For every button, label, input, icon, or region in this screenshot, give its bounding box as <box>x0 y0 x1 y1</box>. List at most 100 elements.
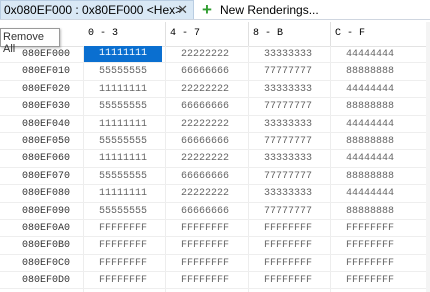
rendering-tab-bar: 0x080EF000 : 0x80EF000 <Hex> ✕ + New Ren… <box>0 0 430 20</box>
column-separator <box>330 22 331 46</box>
column-separator <box>165 22 166 46</box>
memory-cell[interactable]: FFFFFFFF <box>249 240 327 251</box>
remove-all-tooltip: Remove All <box>0 28 60 55</box>
memory-cell[interactable]: 55555555 <box>84 136 162 147</box>
memory-row: 080EF0A0 FFFFFFFF FFFFFFFF FFFFFFFF FFFFFFFF <box>0 220 430 238</box>
memory-cell[interactable]: 88888888 <box>331 206 409 217</box>
memory-cell[interactable]: 33333333 <box>249 84 327 95</box>
column-separator <box>248 22 249 46</box>
tab-hex-rendering[interactable]: 0x080EF000 : 0x80EF000 <Hex> ✕ <box>0 0 194 19</box>
memory-cell[interactable]: FFFFFFFF <box>84 240 162 251</box>
memory-cell[interactable]: 22222222 <box>166 49 244 60</box>
memory-row: 080EF0D0 FFFFFFFF FFFFFFFF FFFFFFFF FFFFFFFF <box>0 272 430 290</box>
memory-cell[interactable]: 33333333 <box>249 49 327 60</box>
memory-cell[interactable]: 66666666 <box>166 171 244 182</box>
row-address: 080EF090 <box>22 205 71 217</box>
column-header-8-b[interactable]: 8 - B <box>253 28 283 39</box>
memory-cell[interactable]: 66666666 <box>166 206 244 217</box>
memory-row: 080EF030 55555555 66666666 77777777 88888888 <box>0 98 430 116</box>
vertical-scrollbar[interactable] <box>426 22 430 292</box>
memory-row: 080EF070 55555555 66666666 77777777 88888888 <box>0 168 430 186</box>
row-address: 080EF060 <box>22 153 71 165</box>
memory-cell[interactable]: FFFFFFFF <box>331 223 409 234</box>
row-address: 080EF050 <box>22 135 71 147</box>
memory-cell[interactable]: 77777777 <box>249 101 327 112</box>
tab-hex-rendering-label: 0x080EF000 : 0x80EF000 <Hex> <box>4 3 183 17</box>
row-address: 080EF080 <box>22 188 71 200</box>
memory-cell[interactable]: 77777777 <box>249 206 327 217</box>
memory-cell[interactable]: FFFFFFFF <box>331 240 409 251</box>
memory-cell[interactable]: 44444444 <box>331 119 409 130</box>
memory-cell[interactable]: 11111111 <box>84 119 162 130</box>
row-address: 080EF000 <box>22 49 71 60</box>
memory-cell[interactable]: 44444444 <box>331 49 409 60</box>
memory-cell[interactable]: 66666666 <box>166 136 244 147</box>
memory-cell[interactable]: 88888888 <box>331 136 409 147</box>
memory-cell[interactable]: FFFFFFFF <box>166 275 244 286</box>
memory-grid[interactable]: 0 - 3 4 - 7 8 - B C - F 080EF000 11111111… <box>0 22 430 292</box>
row-address: 080EF040 <box>22 118 71 130</box>
column-header-0-3[interactable]: 0 - 3 <box>88 28 118 39</box>
memory-cell[interactable]: 55555555 <box>84 171 162 182</box>
memory-cell[interactable]: FFFFFFFF <box>331 275 409 286</box>
memory-cell[interactable]: 77777777 <box>249 66 327 77</box>
row-address: 080EF010 <box>22 66 71 78</box>
memory-row: 080EF040 11111111 22222222 33333333 44444444 <box>0 116 430 133</box>
memory-row: 080EF0C0 FFFFFFFF FFFFFFFF FFFFFFFF FFFFFFFF <box>0 255 430 273</box>
row-address: 080EF030 <box>22 101 71 113</box>
memory-row: 080EF080 11111111 22222222 33333333 44444444 <box>0 185 430 203</box>
new-renderings-tab[interactable]: + New Renderings... <box>196 0 319 19</box>
memory-cell[interactable]: 44444444 <box>331 84 409 95</box>
column-header-c-f[interactable]: C - F <box>335 28 365 39</box>
memory-cell[interactable]: 66666666 <box>166 66 244 77</box>
memory-cell[interactable]: FFFFFFFF <box>166 258 244 269</box>
memory-row: 080EF060 11111111 22222222 33333333 44444444 <box>0 150 430 168</box>
memory-cell[interactable]: 33333333 <box>249 188 327 199</box>
memory-cell[interactable]: 88888888 <box>331 171 409 182</box>
memory-cell[interactable]: 11111111 <box>84 84 162 95</box>
close-icon[interactable]: ✕ <box>177 2 188 18</box>
memory-cell[interactable]: FFFFFFFF <box>84 275 162 286</box>
memory-cell[interactable]: 88888888 <box>331 101 409 112</box>
memory-row: 080EF020 11111111 22222222 33333333 44444444 <box>0 81 430 99</box>
memory-cell[interactable]: 11111111 <box>84 188 162 199</box>
memory-cell[interactable]: 22222222 <box>166 84 244 95</box>
memory-cell[interactable]: 22222222 <box>166 153 244 164</box>
memory-cell[interactable]: 55555555 <box>84 206 162 217</box>
memory-cell[interactable]: FFFFFFFF <box>331 258 409 269</box>
column-header-4-7[interactable]: 4 - 7 <box>170 28 200 39</box>
memory-row: 080EF0B0 FFFFFFFF FFFFFFFF FFFFFFFF FFFFFFFF <box>0 237 430 255</box>
memory-cell[interactable]: 66666666 <box>166 101 244 112</box>
memory-cell[interactable]: 77777777 <box>249 136 327 147</box>
memory-cell[interactable]: 33333333 <box>249 119 327 130</box>
row-address: 080EF020 <box>22 83 71 95</box>
memory-cell[interactable]: 44444444 <box>331 188 409 199</box>
column-header-row: 0 - 3 4 - 7 8 - B C - F <box>0 22 430 47</box>
memory-cell[interactable]: FFFFFFFF <box>249 275 327 286</box>
memory-cell[interactable]: FFFFFFFF <box>249 223 327 234</box>
memory-cell[interactable]: 55555555 <box>84 101 162 112</box>
memory-cell[interactable]: FFFFFFFF <box>84 223 162 234</box>
memory-cell[interactable]: 77777777 <box>249 171 327 182</box>
memory-cell[interactable]: FFFFFFFF <box>166 240 244 251</box>
memory-cell[interactable]: 44444444 <box>331 153 409 164</box>
memory-cell[interactable]: 11111111 <box>84 153 162 164</box>
memory-row: 080EF010 55555555 66666666 77777777 88888888 <box>0 63 430 81</box>
row-address: 080EF0B0 <box>22 240 71 252</box>
memory-cell[interactable]: 33333333 <box>249 153 327 164</box>
memory-cell[interactable]: FFFFFFFF <box>166 223 244 234</box>
memory-cell[interactable]: 55555555 <box>84 66 162 77</box>
memory-row: 080EF050 55555555 66666666 77777777 88888888 <box>0 133 430 151</box>
row-address: 080EF0D0 <box>22 275 71 287</box>
memory-cell[interactable]: 88888888 <box>331 66 409 77</box>
memory-row: 080EF090 55555555 66666666 77777777 88888888 <box>0 203 430 220</box>
memory-cell[interactable]: 11111111 <box>84 46 162 62</box>
memory-cell[interactable]: FFFFFFFF <box>84 258 162 269</box>
memory-cell[interactable]: 22222222 <box>166 119 244 130</box>
memory-rows: 080EF000 11111111 22222222 33333333 44444444… <box>0 46 430 290</box>
row-address: 080EF070 <box>22 170 71 182</box>
memory-cell[interactable]: FFFFFFFF <box>249 258 327 269</box>
memory-cell[interactable]: 22222222 <box>166 188 244 199</box>
row-address: 080EF0C0 <box>22 257 71 269</box>
row-address: 080EF0A0 <box>22 222 71 234</box>
